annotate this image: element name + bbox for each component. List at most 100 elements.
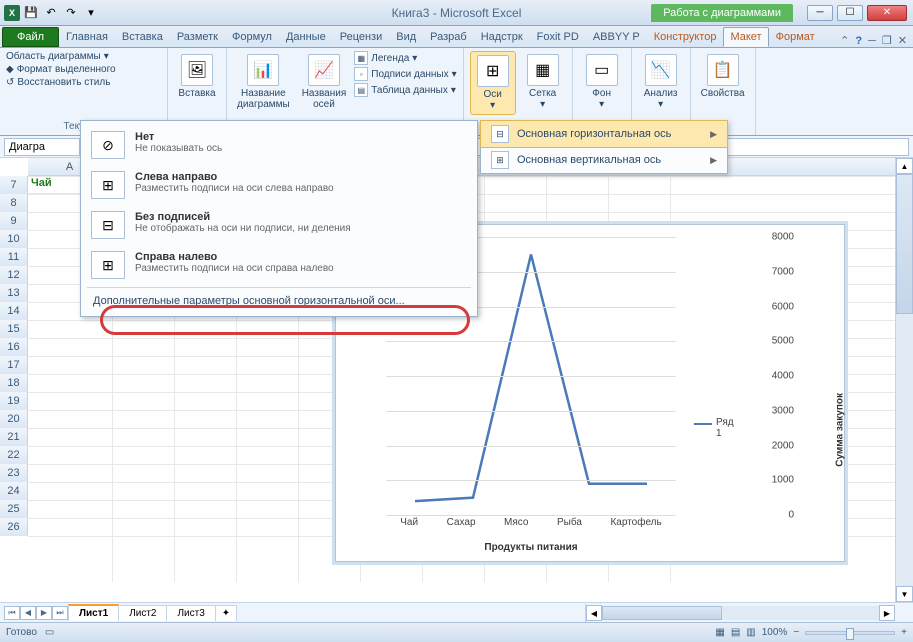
row-header[interactable]: 12	[0, 266, 28, 284]
axis-option-rtl[interactable]: ⊞ Справа налевоРазместить подписи на оси…	[81, 245, 477, 285]
more-horizontal-axis-options[interactable]: Дополнительные параметры основной горизо…	[81, 290, 477, 312]
background-button[interactable]: ▭ Фон▾	[579, 51, 625, 113]
tab-chart-layout[interactable]: Макет	[723, 27, 768, 47]
row-header[interactable]: 21	[0, 428, 28, 446]
scroll-left-icon[interactable]: ◀	[586, 605, 602, 621]
macro-record-icon[interactable]: ▭	[45, 627, 54, 638]
chart-title-button[interactable]: 📊 Название диаграммы	[233, 51, 294, 113]
row-header[interactable]: 14	[0, 302, 28, 320]
tab-review[interactable]: Рецензи	[333, 27, 390, 47]
format-selection-button[interactable]: ◆Формат выделенного	[6, 64, 161, 75]
workbook-close-icon[interactable]: ✕	[898, 34, 907, 47]
row-header[interactable]: 25	[0, 500, 28, 518]
data-table-button[interactable]: ▤Таблица данных▾	[354, 83, 456, 97]
horizontal-scrollbar[interactable]: ◀ ▶	[585, 604, 895, 622]
new-sheet-button[interactable]: ✦	[215, 605, 237, 621]
minimize-button[interactable]: ─	[807, 5, 833, 21]
chart-legend: Ряд1	[694, 417, 744, 439]
scroll-thumb[interactable]	[896, 174, 913, 314]
name-box[interactable]: Диагра	[4, 138, 80, 156]
scroll-right-icon[interactable]: ▶	[879, 605, 895, 621]
row-header[interactable]: 20	[0, 410, 28, 428]
file-tab[interactable]: Файл	[2, 27, 59, 47]
workbook-minimize-icon[interactable]: ─	[868, 35, 876, 47]
sheet-tab-3[interactable]: Лист3	[166, 605, 215, 621]
sheet-tab-1[interactable]: Лист1	[68, 604, 119, 621]
sheet-nav-last-icon[interactable]: ⏭	[52, 606, 68, 620]
chevron-down-icon[interactable]: ▾	[104, 51, 109, 62]
chevron-down-icon[interactable]: ▾	[412, 53, 417, 64]
view-pagelayout-icon[interactable]: ▤	[731, 627, 740, 638]
row-header[interactable]: 23	[0, 464, 28, 482]
ribbon-minimize-icon[interactable]: ⌃	[840, 34, 849, 47]
tab-design[interactable]: Конструктор	[647, 27, 724, 47]
legend-button[interactable]: ▦Легенда▾	[354, 51, 456, 65]
tab-foxit[interactable]: Foxit PD	[530, 27, 586, 47]
zoom-level[interactable]: 100%	[762, 627, 788, 638]
analysis-button[interactable]: 📉 Анализ▾	[638, 51, 684, 113]
view-normal-icon[interactable]: ▦	[715, 627, 724, 638]
zoom-slider[interactable]	[805, 631, 895, 635]
axis-option-nolabels[interactable]: ⊟ Без подписейНе отображать на оси ни по…	[81, 205, 477, 245]
qat-dropdown-icon[interactable]: ▾	[82, 4, 100, 22]
chevron-down-icon[interactable]: ▾	[452, 69, 457, 80]
scroll-down-icon[interactable]: ▼	[896, 586, 913, 602]
row-header[interactable]: 18	[0, 374, 28, 392]
tab-layout[interactable]: Разметк	[170, 27, 225, 47]
row-header[interactable]: 16	[0, 338, 28, 356]
chevron-down-icon[interactable]: ▾	[451, 85, 456, 96]
help-icon[interactable]: ?	[855, 35, 862, 47]
reset-style-button[interactable]: ↺Восстановить стиль	[6, 77, 161, 88]
row-header[interactable]: 26	[0, 518, 28, 536]
sheet-tab-2[interactable]: Лист2	[118, 605, 167, 621]
scroll-thumb[interactable]	[602, 606, 722, 620]
primary-horizontal-axis-item[interactable]: ⊟ Основная горизонтальная ось ▶	[480, 120, 728, 148]
save-icon[interactable]: 💾	[22, 4, 40, 22]
tab-insert[interactable]: Вставка	[115, 27, 170, 47]
insert-button[interactable]: 🖼 Вставка	[174, 51, 220, 102]
primary-vertical-axis-item[interactable]: ⊞ Основная вертикальная ось ▶	[481, 147, 727, 173]
properties-button[interactable]: 📋 Свойства	[697, 51, 749, 102]
zoom-out-icon[interactable]: −	[793, 627, 799, 638]
workbook-restore-icon[interactable]: ❐	[882, 34, 892, 47]
tab-data[interactable]: Данные	[279, 27, 333, 47]
row-header[interactable]: 9	[0, 212, 28, 230]
row-header[interactable]: 7	[0, 176, 28, 194]
axes-button[interactable]: ⊞ Оси▾	[470, 51, 516, 115]
row-header[interactable]: 24	[0, 482, 28, 500]
tab-format[interactable]: Формат	[769, 27, 822, 47]
row-header[interactable]: 10	[0, 230, 28, 248]
row-header[interactable]: 22	[0, 446, 28, 464]
vertical-scrollbar[interactable]: ▲ ▼	[895, 158, 913, 602]
sheet-nav-prev-icon[interactable]: ◀	[20, 606, 36, 620]
sheet-nav-first-icon[interactable]: ⏮	[4, 606, 20, 620]
maximize-button[interactable]: ☐	[837, 5, 863, 21]
row-header[interactable]: 15	[0, 320, 28, 338]
row-header[interactable]: 19	[0, 392, 28, 410]
row-header[interactable]: 13	[0, 284, 28, 302]
row-header[interactable]: 11	[0, 248, 28, 266]
undo-icon[interactable]: ↶	[42, 4, 60, 22]
redo-icon[interactable]: ↷	[62, 4, 80, 22]
data-labels-button[interactable]: ▫Подписи данных▾	[354, 67, 456, 81]
legend-series-label: Ряд1	[716, 417, 744, 439]
tab-developer[interactable]: Разраб	[423, 27, 474, 47]
tab-abbyy[interactable]: ABBYY P	[586, 27, 647, 47]
tab-view[interactable]: Вид	[389, 27, 423, 47]
scroll-up-icon[interactable]: ▲	[896, 158, 913, 174]
tab-home[interactable]: Главная	[59, 27, 115, 47]
view-pagebreak-icon[interactable]: ▥	[746, 627, 755, 638]
axis-option-ltr[interactable]: ⊞ Слева направоРазместить подписи на оси…	[81, 165, 477, 205]
axis-titles-button[interactable]: 📈 Названия осей	[298, 51, 351, 113]
row-header[interactable]: 17	[0, 356, 28, 374]
gridlines-button[interactable]: ▦ Сетка▾	[520, 51, 566, 113]
close-button[interactable]: ✕	[867, 5, 907, 21]
tab-formulas[interactable]: Формул	[225, 27, 279, 47]
sheet-nav-next-icon[interactable]: ▶	[36, 606, 52, 620]
row-header[interactable]: 8	[0, 194, 28, 212]
x-tick-label: Чай	[400, 517, 418, 533]
axis-option-none[interactable]: ⊘ НетНе показывать ось	[81, 125, 477, 165]
tab-addins[interactable]: Надстрк	[474, 27, 530, 47]
zoom-in-icon[interactable]: +	[901, 627, 907, 638]
chart-element-selector[interactable]: Область диаграммы	[6, 51, 101, 62]
